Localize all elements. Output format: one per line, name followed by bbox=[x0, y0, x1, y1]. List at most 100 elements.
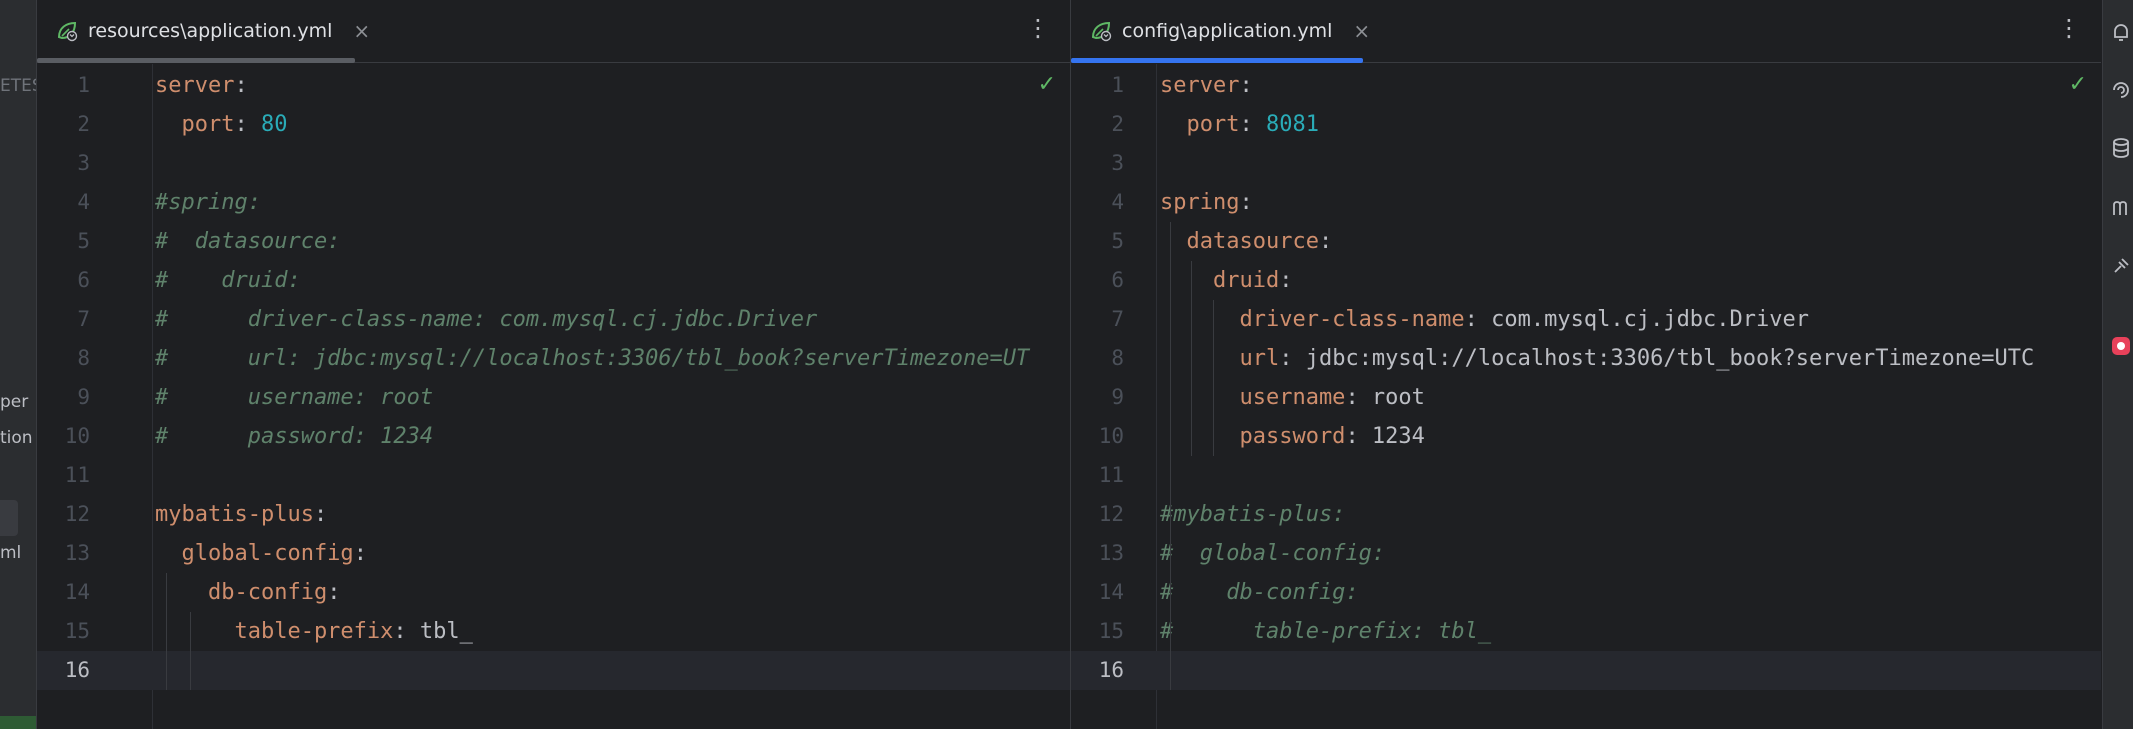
code-line[interactable]: 6 # druid: bbox=[37, 261, 1070, 300]
code-line[interactable]: 11 bbox=[1071, 456, 2101, 495]
project-tree-fragment[interactable]: tion bbox=[0, 428, 33, 448]
more-options-icon[interactable]: ⋮ bbox=[2057, 14, 2081, 42]
code-line[interactable]: 13 # global-config: bbox=[1071, 534, 2101, 573]
line-number[interactable]: 5 bbox=[37, 222, 90, 261]
ai-assistant-icon[interactable] bbox=[2109, 78, 2133, 102]
code-line[interactable]: 15 # table-prefix: tbl_ bbox=[1071, 612, 2101, 651]
code-text[interactable]: password: 1234 bbox=[1160, 417, 1424, 456]
line-number[interactable]: 15 bbox=[37, 612, 90, 651]
code-line[interactable]: 16 bbox=[37, 651, 1070, 690]
code-text[interactable]: db-config: bbox=[155, 573, 340, 612]
code-line[interactable]: 4 #spring: bbox=[37, 183, 1070, 222]
line-number[interactable]: 14 bbox=[1071, 573, 1124, 612]
line-number[interactable]: 5 bbox=[1071, 222, 1124, 261]
code-line[interactable]: 2 port: 8081 bbox=[1071, 105, 2101, 144]
line-number[interactable]: 12 bbox=[37, 495, 90, 534]
project-tree-fragment[interactable]: per bbox=[0, 392, 28, 412]
code-text[interactable]: # global-config: bbox=[1160, 534, 1385, 573]
line-number[interactable]: 11 bbox=[37, 456, 90, 495]
code-line[interactable]: 14 db-config: bbox=[37, 573, 1070, 612]
code-line[interactable]: 5 datasource: bbox=[1071, 222, 2101, 261]
more-options-icon[interactable]: ⋮ bbox=[1026, 14, 1050, 42]
code-text[interactable]: datasource: bbox=[1160, 222, 1332, 261]
code-text[interactable]: port: 8081 bbox=[1160, 105, 1318, 144]
code-line[interactable]: 14 # db-config: bbox=[1071, 573, 2101, 612]
code-text[interactable]: server: bbox=[155, 66, 248, 105]
project-tree-fragment[interactable]: ml bbox=[0, 543, 21, 563]
line-number[interactable]: 15 bbox=[1071, 612, 1124, 651]
code-text[interactable]: # username: root bbox=[155, 378, 433, 417]
code-line[interactable]: 1 server: bbox=[1071, 66, 2101, 105]
tab-resources-application-yml[interactable]: resources\application.yml × bbox=[55, 0, 370, 62]
line-number[interactable]: 10 bbox=[1071, 417, 1124, 456]
code-line[interactable]: 1 server: bbox=[37, 66, 1070, 105]
code-text[interactable]: url: jdbc:mysql://localhost:3306/tbl_boo… bbox=[1160, 339, 2034, 378]
code-line[interactable]: 12 #mybatis-plus: bbox=[1071, 495, 2101, 534]
close-tab-icon[interactable]: × bbox=[1353, 19, 1370, 43]
line-number[interactable]: 6 bbox=[1071, 261, 1124, 300]
code-text[interactable]: port: 80 bbox=[155, 105, 287, 144]
line-number[interactable]: 1 bbox=[37, 66, 90, 105]
plugin-icon[interactable] bbox=[2109, 254, 2133, 278]
line-number[interactable]: 3 bbox=[37, 144, 90, 183]
code-text[interactable]: server: bbox=[1160, 66, 1253, 105]
code-line[interactable]: 8 url: jdbc:mysql://localhost:3306/tbl_b… bbox=[1071, 339, 2101, 378]
code-text[interactable]: # driver-class-name: com.mysql.cj.jdbc.D… bbox=[155, 300, 817, 339]
code-text[interactable]: # password: 1234 bbox=[155, 417, 433, 456]
close-tab-icon[interactable]: × bbox=[353, 19, 370, 43]
line-number[interactable]: 16 bbox=[37, 651, 90, 690]
code-line[interactable]: 3 bbox=[37, 144, 1070, 183]
code-text[interactable]: driver-class-name: com.mysql.cj.jdbc.Dri… bbox=[1160, 300, 1809, 339]
code-line[interactable]: 7 driver-class-name: com.mysql.cj.jdbc.D… bbox=[1071, 300, 2101, 339]
code-text[interactable]: global-config: bbox=[155, 534, 366, 573]
code-text[interactable]: # url: jdbc:mysql://localhost:3306/tbl_b… bbox=[155, 339, 1029, 378]
app-icon[interactable] bbox=[2109, 334, 2133, 358]
tab-config-application-yml[interactable]: config\application.yml × bbox=[1089, 0, 1370, 62]
code-line[interactable]: 10 password: 1234 bbox=[1071, 417, 2101, 456]
line-number[interactable]: 8 bbox=[1071, 339, 1124, 378]
code-text[interactable]: # db-config: bbox=[1160, 573, 1359, 612]
code-text[interactable]: druid: bbox=[1160, 261, 1293, 300]
code-line[interactable]: 6 druid: bbox=[1071, 261, 2101, 300]
line-number[interactable]: 6 bbox=[37, 261, 90, 300]
line-number[interactable]: 7 bbox=[1071, 300, 1124, 339]
code-line[interactable]: 5 # datasource: bbox=[37, 222, 1070, 261]
code-line[interactable]: 3 bbox=[1071, 144, 2101, 183]
line-number[interactable]: 8 bbox=[37, 339, 90, 378]
code-line[interactable]: 9 username: root bbox=[1071, 378, 2101, 417]
code-text[interactable]: #spring: bbox=[155, 183, 261, 222]
code-editor-left[interactable]: 1 server: 2 port: 80 3 4 #spring: 5 # datasourc… bbox=[37, 64, 1070, 729]
line-number[interactable]: 7 bbox=[37, 300, 90, 339]
line-number[interactable]: 13 bbox=[1071, 534, 1124, 573]
maven-icon[interactable] bbox=[2109, 196, 2133, 220]
line-number[interactable]: 2 bbox=[37, 105, 90, 144]
line-number[interactable]: 4 bbox=[1071, 183, 1124, 222]
inspection-ok-icon[interactable]: ✓ bbox=[1038, 72, 1056, 97]
code-text[interactable]: #mybatis-plus: bbox=[1160, 495, 1345, 534]
code-line[interactable]: 9 # username: root bbox=[37, 378, 1070, 417]
code-line[interactable]: 12 mybatis-plus: bbox=[37, 495, 1070, 534]
database-icon[interactable] bbox=[2109, 136, 2133, 160]
line-number[interactable]: 4 bbox=[37, 183, 90, 222]
code-line[interactable]: 10 # password: 1234 bbox=[37, 417, 1070, 456]
line-number[interactable]: 13 bbox=[37, 534, 90, 573]
line-number[interactable]: 11 bbox=[1071, 456, 1124, 495]
code-text[interactable]: mybatis-plus: bbox=[155, 495, 327, 534]
code-line[interactable]: 15 table-prefix: tbl_ bbox=[37, 612, 1070, 651]
code-editor-right[interactable]: 1 server: 2 port: 8081 3 4 spring: 5 datasourc… bbox=[1071, 64, 2101, 729]
code-text[interactable]: username: root bbox=[1160, 378, 1424, 417]
code-line[interactable]: 4 spring: bbox=[1071, 183, 2101, 222]
line-number[interactable]: 12 bbox=[1071, 495, 1124, 534]
line-number[interactable]: 3 bbox=[1071, 144, 1124, 183]
line-number[interactable]: 10 bbox=[37, 417, 90, 456]
line-number[interactable]: 16 bbox=[1071, 651, 1124, 690]
project-tree-fragment[interactable]: ETEST bbox=[0, 76, 36, 96]
code-line[interactable]: 11 bbox=[37, 456, 1070, 495]
notifications-icon[interactable] bbox=[2109, 20, 2133, 44]
code-line[interactable]: 8 # url: jdbc:mysql://localhost:3306/tbl_… bbox=[37, 339, 1070, 378]
line-number[interactable]: 9 bbox=[1071, 378, 1124, 417]
line-number[interactable]: 2 bbox=[1071, 105, 1124, 144]
code-text[interactable]: spring: bbox=[1160, 183, 1253, 222]
code-text[interactable]: # druid: bbox=[155, 261, 301, 300]
code-text[interactable]: # table-prefix: tbl_ bbox=[1160, 612, 1491, 651]
